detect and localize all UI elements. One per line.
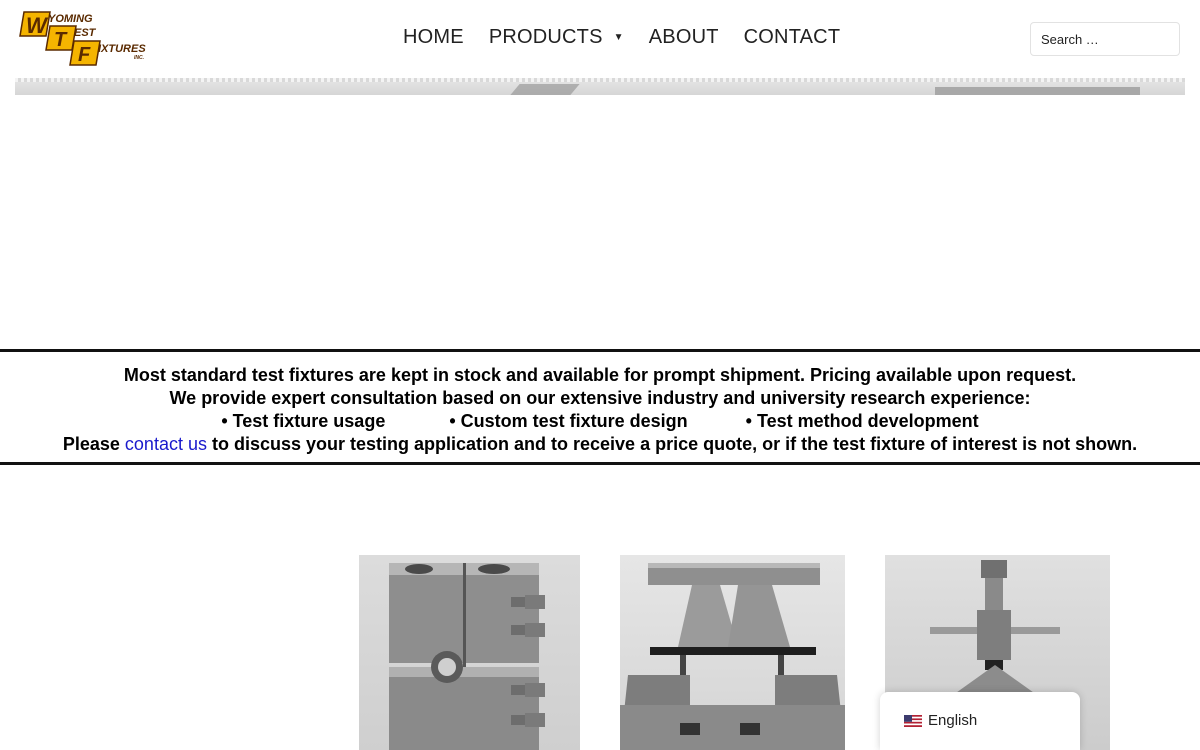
nav-contact-label: CONTACT	[743, 26, 841, 48]
service-usage: • Test fixture usage	[221, 411, 386, 431]
stock-notice: Most standard test fixtures are kept in …	[0, 349, 1200, 465]
nav-products-label: PRODUCTS	[488, 26, 603, 48]
hero-fixture-shadow-2	[935, 87, 1140, 95]
contact-us-link[interactable]: contact us	[125, 434, 207, 454]
fixture-bend-image	[620, 563, 845, 750]
language-switcher[interactable]: English	[880, 692, 1080, 750]
notice-line-4-suffix: to discuss your testing application and …	[206, 434, 1138, 454]
fixture-block-image	[389, 563, 545, 750]
product-tile-block-fixture[interactable]	[359, 555, 580, 750]
logo-letter-t: T	[54, 29, 68, 51]
nav-contact[interactable]: CONTACT	[744, 26, 841, 49]
nav-about[interactable]: ABOUT	[649, 26, 719, 49]
logo-line-1: YOMING	[48, 13, 93, 25]
logo-line-3: IXTURES	[98, 43, 146, 55]
nav-home[interactable]: HOME	[403, 26, 464, 49]
site-header: W YOMING T EST F IXTURES INC. HOME PRODU…	[0, 0, 1200, 78]
search-input[interactable]	[1030, 22, 1180, 56]
logo-line-2: EST	[74, 27, 97, 39]
hero-banner	[15, 78, 1185, 95]
hero-texture	[15, 78, 1185, 82]
hero-fixture-shadow	[510, 84, 580, 95]
us-flag-icon	[904, 715, 922, 727]
main-nav: HOME PRODUCTS ▼ ABOUT CONTACT	[403, 26, 865, 49]
logo-letter-w: W	[26, 13, 49, 38]
nav-home-label: HOME	[403, 26, 464, 48]
notice-line-2: We provide expert consultation based on …	[169, 388, 1031, 408]
notice-line-4-prefix: Please	[62, 434, 125, 454]
notice-line-4: Please contact us to discuss your testin…	[0, 433, 1200, 456]
wtf-logo-icon: W YOMING T EST F IXTURES INC.	[19, 11, 146, 66]
nav-products[interactable]: PRODUCTS ▼	[489, 26, 624, 49]
notice-services: • Test fixture usage • Custom test fixtur…	[0, 410, 1200, 433]
logo-line-4: INC.	[134, 55, 144, 61]
caret-down-icon: ▼	[613, 32, 624, 43]
notice-line-1: Most standard test fixtures are kept in …	[123, 365, 1077, 385]
language-label: English	[928, 712, 978, 729]
logo-letter-f: F	[78, 44, 91, 66]
service-custom-design: • Custom test fixture design	[449, 411, 688, 431]
site-logo[interactable]: W YOMING T EST F IXTURES INC.	[18, 8, 153, 68]
service-method-development: • Test method development	[745, 411, 979, 431]
product-tile-bend-fixture[interactable]	[620, 555, 845, 750]
nav-about-label: ABOUT	[648, 26, 719, 48]
